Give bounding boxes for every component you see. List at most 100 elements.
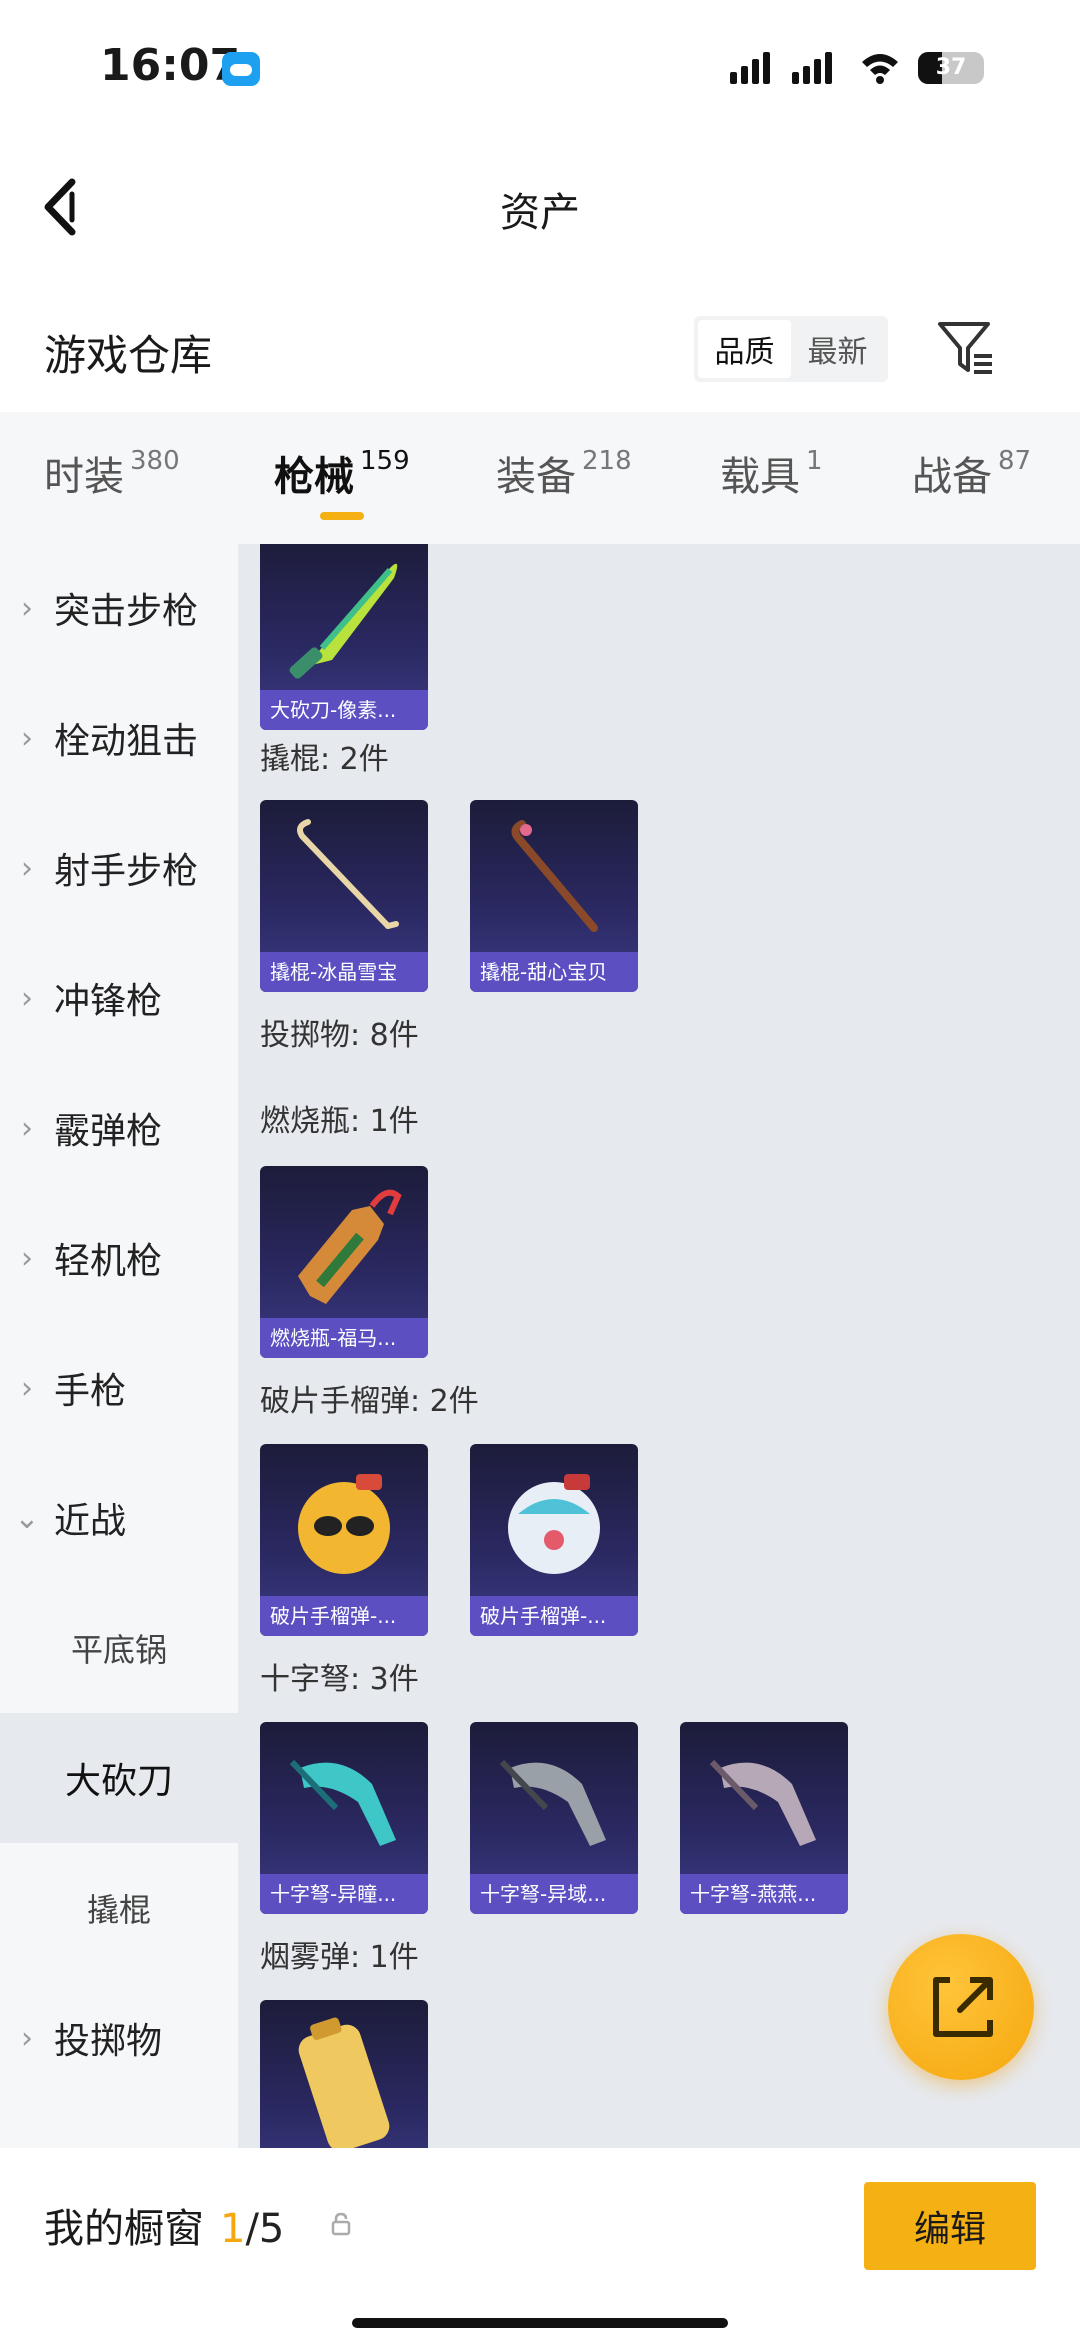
grenade-icon <box>508 1474 600 1574</box>
sidebar-item-label: 突击步枪 <box>54 591 199 632</box>
sidebar-subitem-machete[interactable]: 大砍刀 <box>0 1713 238 1843</box>
sidebar-item-label: 轻机枪 <box>54 1241 163 1282</box>
lock-icon <box>331 2212 351 2236</box>
sidebar-item-label: 冲锋枪 <box>54 981 163 1022</box>
tab-label: 装备 <box>496 454 576 500</box>
sort-toggle: 品质 最新 <box>694 316 888 382</box>
sidebar-item-label: 霰弹枪 <box>54 1111 163 1152</box>
tab-count: 1 <box>806 446 823 476</box>
tab-fashion[interactable]: 时装 380 <box>44 444 180 502</box>
item-card[interactable]: 撬棍-甜心宝贝 <box>470 800 638 992</box>
machete-icon <box>289 563 398 679</box>
filter-icon[interactable] <box>936 316 996 380</box>
page-title: 资产 <box>500 190 580 236</box>
sidebar-item-assault-rifle[interactable]: › 突击步枪 <box>0 558 238 658</box>
signal-icon <box>792 50 832 84</box>
item-card[interactable]: 撬棍-冰晶雪宝 <box>260 800 428 992</box>
tab-label: 枪械 <box>274 454 354 500</box>
battery-icon: 37 <box>918 52 984 84</box>
share-icon <box>933 1977 993 2037</box>
sidebar-item-melee[interactable]: ⌄ 近战 <box>0 1468 238 1568</box>
chevron-right-icon: › <box>21 1240 33 1276</box>
chevron-right-icon: › <box>21 980 33 1016</box>
tab-vehicles[interactable]: 载具 1 <box>720 444 823 502</box>
tab-count: 380 <box>130 446 180 476</box>
item-card[interactable]: 十字弩-燕燕... <box>680 1722 848 1914</box>
tab-label: 载具 <box>720 454 800 500</box>
signal-icon <box>730 50 770 84</box>
item-caption: 燃烧瓶-福马... <box>260 1318 428 1358</box>
sort-newest-button[interactable]: 最新 <box>791 320 884 378</box>
item-caption: 大砍刀-像素... <box>260 690 428 730</box>
showcase-count: 1 <box>220 2206 246 2252</box>
item-caption: 撬棍-甜心宝贝 <box>470 952 638 992</box>
sidebar-subitem-frying-pan[interactable]: 平底锅 <box>0 1598 238 1698</box>
chevron-right-icon: › <box>21 1370 33 1406</box>
tab-count: 218 <box>582 446 632 476</box>
molotov-icon <box>298 1189 402 1304</box>
status-bar: 16:07 37 <box>0 0 1080 140</box>
item-card[interactable]: 破片手榴弹-... <box>260 1444 428 1636</box>
item-caption: 破片手榴弹-... <box>260 1596 428 1636</box>
sidebar-item-bolt-sniper[interactable]: › 栓动狙击 <box>0 688 238 788</box>
active-tab-indicator <box>320 512 364 520</box>
edit-button[interactable]: 编辑 <box>864 2182 1036 2270</box>
tab-count: 159 <box>360 446 410 476</box>
showcase-total: /5 <box>245 2206 285 2252</box>
item-card[interactable]: 破片手榴弹-... <box>470 1444 638 1636</box>
tab-label: 时装 <box>44 454 124 500</box>
tab-supplies[interactable]: 战备 87 <box>912 444 1031 502</box>
item-caption: 十字弩-异域... <box>470 1874 638 1914</box>
item-card[interactable] <box>260 2000 428 2148</box>
cloud-icon <box>222 52 260 86</box>
sidebar-item-label: 射手步枪 <box>54 851 199 892</box>
item-caption: 十字弩-燕燕... <box>680 1874 848 1914</box>
group-label: 燃烧瓶: 1件 <box>260 1104 419 1139</box>
sidebar-item-marksman-rifle[interactable]: › 射手步枪 <box>0 818 238 918</box>
chevron-right-icon: › <box>21 720 33 756</box>
sidebar-item-pistol[interactable]: › 手枪 <box>0 1338 238 1438</box>
sidebar-item-label: 大砍刀 <box>64 1761 173 1802</box>
item-card[interactable]: 十字弩-异瞳... <box>260 1722 428 1914</box>
sidebar-item-label: 平底锅 <box>70 1631 167 1669</box>
category-tabs: 时装 380 枪械 159 装备 218 载具 1 战备 87 <box>0 412 1080 544</box>
sidebar-item-smg[interactable]: › 冲锋枪 <box>0 948 238 1048</box>
item-caption: 十字弩-异瞳... <box>260 1874 428 1914</box>
home-indicator <box>352 2318 728 2328</box>
warehouse-row: 游戏仓库 品质 最新 <box>0 300 1080 410</box>
item-grid: 大砍刀-像素... 撬棍: 2件 撬棍-冰晶雪宝 撬棍-甜心宝贝 投掷物: 8件… <box>238 544 1080 2148</box>
category-sidebar: › 突击步枪 › 栓动狙击 › 射手步枪 › 冲锋枪 › 霰弹枪 › 轻机枪 ›… <box>0 544 238 2148</box>
crossbow-icon <box>289 1759 396 1846</box>
chevron-down-icon: ⌄ <box>14 1500 40 1536</box>
sidebar-subitem-crowbar[interactable]: 撬棍 <box>0 1858 238 1958</box>
sort-quality-button[interactable]: 品质 <box>698 320 791 378</box>
crossbow-icon <box>709 1759 816 1846</box>
sidebar-item-label: 撬棍 <box>86 1891 151 1929</box>
group-label: 烟雾弹: 1件 <box>260 1940 419 1975</box>
bottom-bar: 我的橱窗 1/5 编辑 <box>0 2150 1080 2347</box>
chevron-right-icon: › <box>21 850 33 886</box>
share-button[interactable] <box>888 1934 1034 2080</box>
sidebar-item-label: 近战 <box>54 1501 127 1542</box>
chevron-right-icon: › <box>21 2020 33 2056</box>
group-label: 十字弩: 3件 <box>260 1662 419 1697</box>
sidebar-item-shotgun[interactable]: › 霰弹枪 <box>0 1078 238 1178</box>
item-card[interactable]: 大砍刀-像素... <box>260 544 428 730</box>
wifi-icon <box>862 54 898 84</box>
tab-label: 战备 <box>912 454 992 500</box>
sidebar-item-label: 手枪 <box>54 1371 127 1412</box>
item-caption: 撬棍-冰晶雪宝 <box>260 952 428 992</box>
sidebar-item-lmg[interactable]: › 轻机枪 <box>0 1208 238 1308</box>
sidebar-item-label: 投掷物 <box>54 2021 163 2062</box>
tab-count: 87 <box>998 446 1032 476</box>
item-caption: 破片手榴弹-... <box>470 1596 638 1636</box>
grenade-icon <box>298 1474 390 1574</box>
page-header: 资产 <box>0 140 1080 270</box>
item-card[interactable]: 十字弩-异域... <box>470 1722 638 1914</box>
tab-equipment[interactable]: 装备 218 <box>496 444 632 502</box>
tab-firearms[interactable]: 枪械 159 <box>274 444 410 502</box>
sidebar-item-label: 栓动狙击 <box>54 721 199 762</box>
chevron-right-icon: › <box>21 590 33 626</box>
item-card[interactable]: 燃烧瓶-福马... <box>260 1166 428 1358</box>
sidebar-item-throwables[interactable]: › 投掷物 <box>0 1988 238 2088</box>
